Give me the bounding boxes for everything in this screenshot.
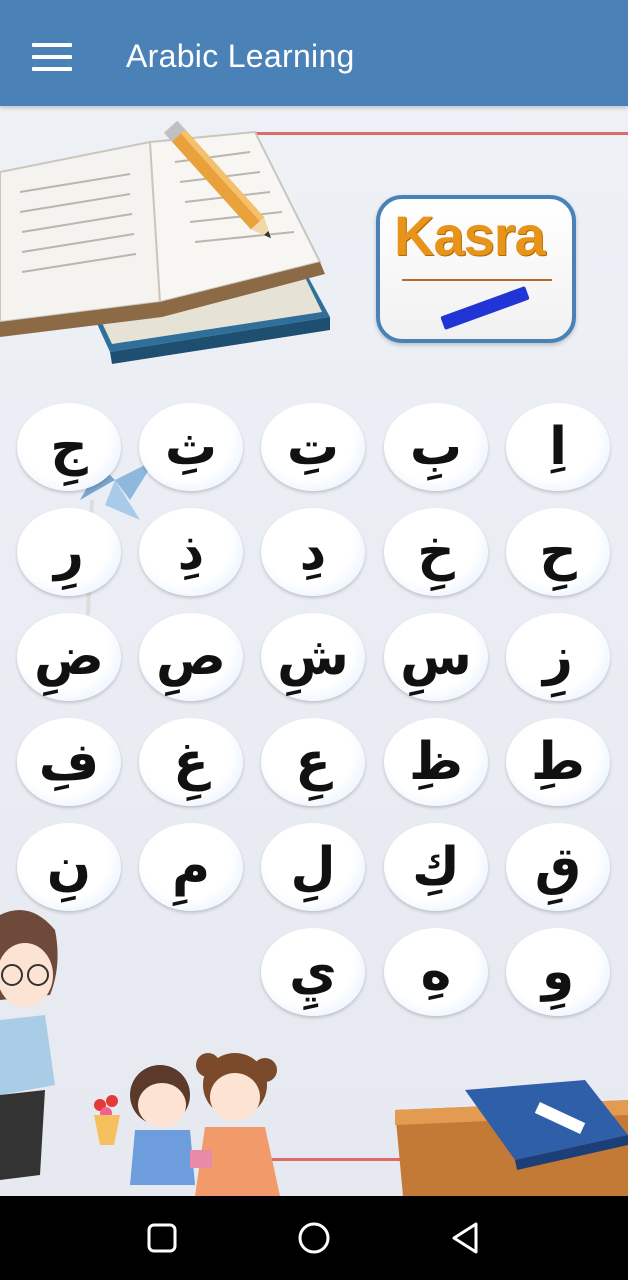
- letter-glyph: فِ: [38, 732, 100, 792]
- letter-glyph: كِ: [412, 837, 460, 897]
- letter-button-ش[interactable]: شِ: [261, 613, 365, 701]
- letter-button-ظ[interactable]: ظِ: [384, 718, 488, 806]
- letter-glyph: يِ: [289, 942, 337, 1002]
- letter-button-غ[interactable]: غِ: [139, 718, 243, 806]
- letter-glyph: هِ: [420, 942, 452, 1002]
- book-illustration: [0, 120, 330, 364]
- letter-button-ح[interactable]: حِ: [506, 508, 610, 596]
- letter-button-خ[interactable]: خِ: [384, 508, 488, 596]
- letter-glyph: وِ: [541, 942, 575, 1002]
- letter-button-ب[interactable]: بِ: [384, 403, 488, 491]
- letter-glyph: زِ: [543, 627, 573, 687]
- letter-button-ف[interactable]: فِ: [17, 718, 121, 806]
- app-bar: Arabic Learning: [0, 0, 628, 106]
- letter-button-و[interactable]: وِ: [506, 928, 610, 1016]
- app-screen: Kasra جِ ثِ تِ بِ اِ رِ ذِ دِ خِ حِ ضِ صِ شِ سِ زِ فِ غِ…: [0, 0, 628, 1196]
- letter-button-ن[interactable]: نِ: [17, 823, 121, 911]
- menu-icon[interactable]: [22, 33, 82, 83]
- letter-glyph: تِ: [286, 417, 340, 477]
- letter-glyph: نِ: [46, 837, 92, 897]
- letter-button-ل[interactable]: لِ: [261, 823, 365, 911]
- letter-glyph: رِ: [54, 522, 84, 582]
- letter-glyph: طِ: [530, 732, 585, 792]
- desk-illustration: [395, 1080, 628, 1196]
- badge-rule: [402, 279, 552, 281]
- letter-button-ي[interactable]: يِ: [261, 928, 365, 1016]
- letter-glyph: عِ: [295, 732, 331, 792]
- letter-glyph: حِ: [539, 522, 577, 582]
- app-title: Arabic Learning: [126, 38, 355, 74]
- letter-glyph: ثِ: [164, 417, 218, 477]
- letter-glyph: ذِ: [177, 522, 205, 582]
- letter-button-ت[interactable]: تِ: [261, 403, 365, 491]
- teacher-illustration: [0, 910, 58, 1180]
- letter-button-ع[interactable]: عِ: [261, 718, 365, 806]
- letter-glyph: ظِ: [408, 732, 463, 792]
- letter-glyph: ضِ: [34, 627, 104, 687]
- children-illustration: [94, 1053, 280, 1196]
- letter-button-ا[interactable]: اِ: [506, 403, 610, 491]
- letter-glyph: صِ: [156, 627, 226, 687]
- letter-button-ط[interactable]: طِ: [506, 718, 610, 806]
- letter-button-ك[interactable]: كِ: [384, 823, 488, 911]
- system-nav-bar: [0, 1196, 628, 1280]
- letter-glyph: خِ: [417, 522, 455, 582]
- letter-button-س[interactable]: سِ: [384, 613, 488, 701]
- kasra-mark-icon: [440, 286, 530, 330]
- circle-icon[interactable]: [292, 1216, 336, 1260]
- letter-button-ص[interactable]: صِ: [139, 613, 243, 701]
- triangle-back-icon[interactable]: [444, 1216, 488, 1260]
- letter-button-ه[interactable]: هِ: [384, 928, 488, 1016]
- letter-glyph: غِ: [173, 732, 209, 792]
- letter-button-ق[interactable]: قِ: [506, 823, 610, 911]
- letter-button-ض[interactable]: ضِ: [17, 613, 121, 701]
- square-icon[interactable]: [140, 1216, 184, 1260]
- letter-button-ث[interactable]: ثِ: [139, 403, 243, 491]
- letter-button-م[interactable]: مِ: [139, 823, 243, 911]
- letter-glyph: شِ: [277, 627, 349, 687]
- letter-glyph: مِ: [171, 837, 211, 897]
- kasra-title: Kasra: [394, 204, 546, 267]
- letter-button-ر[interactable]: رِ: [17, 508, 121, 596]
- letter-button-ج[interactable]: جِ: [17, 403, 121, 491]
- letter-glyph: اِ: [549, 417, 567, 477]
- letter-glyph: قِ: [534, 837, 582, 897]
- letter-button-ز[interactable]: زِ: [506, 613, 610, 701]
- letter-glyph: سِ: [400, 627, 472, 687]
- letter-glyph: جِ: [50, 417, 88, 477]
- letter-glyph: لِ: [290, 837, 336, 897]
- letter-glyph: دِ: [299, 522, 327, 582]
- letter-button-د[interactable]: دِ: [261, 508, 365, 596]
- kasra-badge: Kasra: [376, 195, 576, 343]
- letter-button-ذ[interactable]: ذِ: [139, 508, 243, 596]
- letter-glyph: بِ: [409, 417, 463, 477]
